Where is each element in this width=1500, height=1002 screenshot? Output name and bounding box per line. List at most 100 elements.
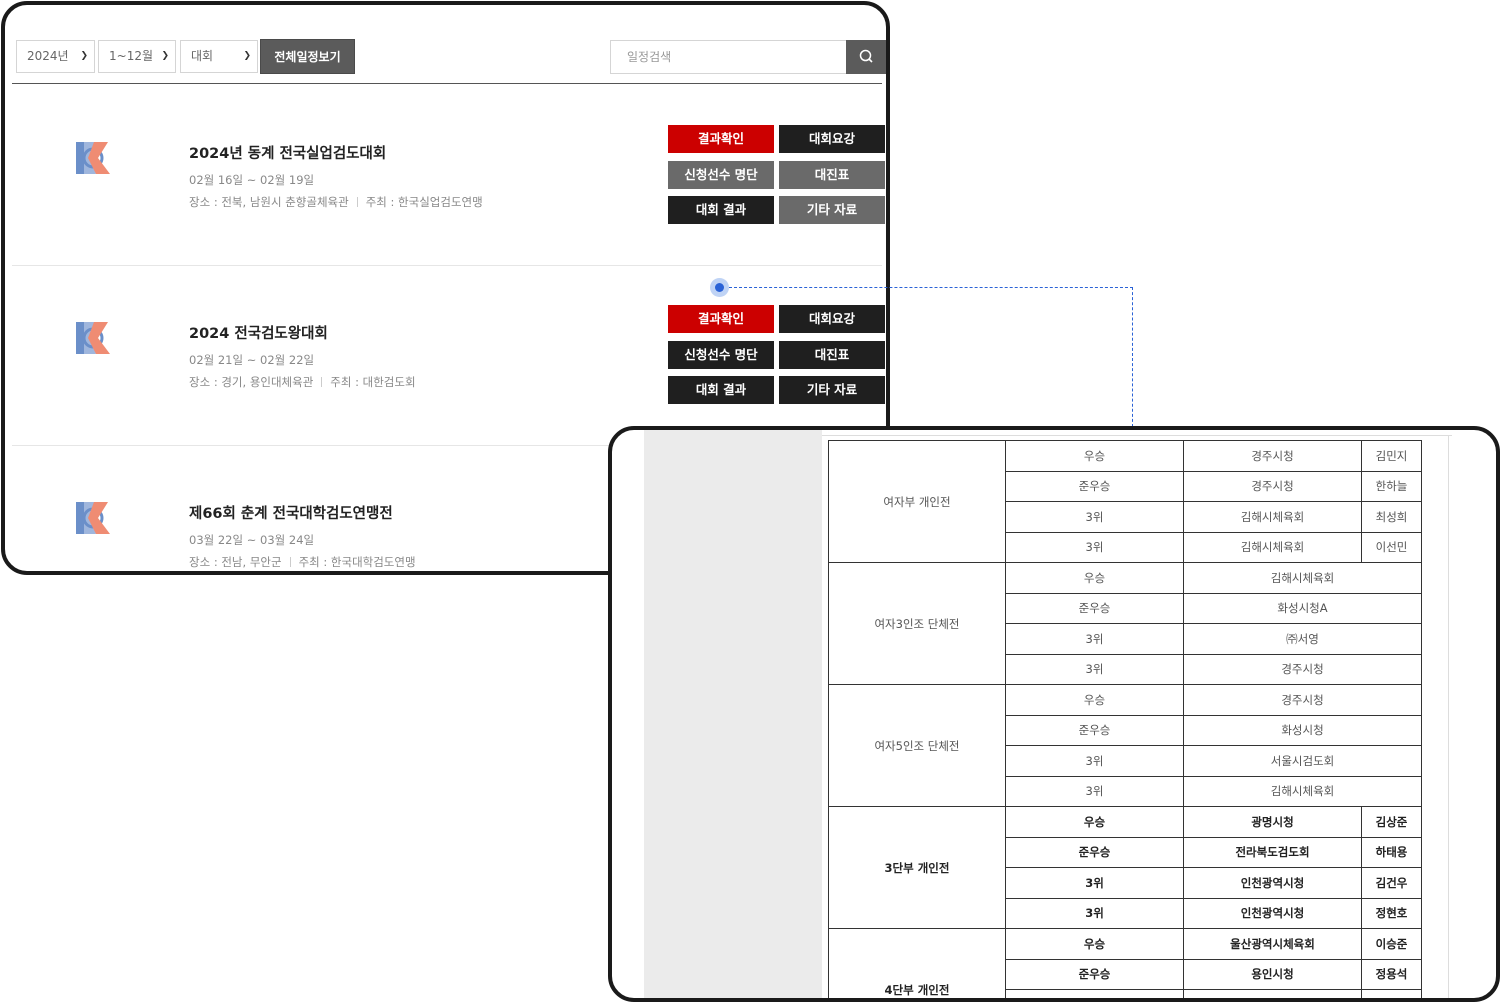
results-window: 여자부 개인전 우승 경주시청 김민지 준우승 경주시청 한하늘 3위 김해시체육회 최성희 3위 김… bbox=[608, 426, 1500, 1002]
all-schedule-button[interactable]: 전체일정보기 bbox=[260, 39, 355, 74]
applicants-button[interactable]: 신청선수 명단 bbox=[668, 341, 774, 369]
chevron-down-icon: ❯ bbox=[161, 51, 169, 61]
event-meta: 장소 : 전북, 남원시 춘향골체육관 주최 : 한국실업검도연맹 bbox=[189, 194, 483, 210]
event-date: 03월 22일 ~ 03월 24일 bbox=[189, 533, 315, 547]
event-venue: 장소 : 경기, 용인대체육관 bbox=[189, 375, 314, 389]
rank-cell: 3위 bbox=[1005, 867, 1184, 899]
competition-results-button[interactable]: 대회 결과 bbox=[668, 376, 774, 404]
table-row: 4단부 개인전 우승 울산광역시체육회 이승준 bbox=[828, 928, 1422, 998]
player-name-cell: 정현호 bbox=[1361, 897, 1422, 929]
rank-cell: 3위 bbox=[1005, 745, 1184, 777]
kind-select[interactable]: 대회 ❯ bbox=[180, 40, 258, 73]
filter-toolbar: 2024년 ❯ 1~12월 ❯ 대회 ❯ 전체일정보기 일정검색 bbox=[12, 36, 886, 76]
event-venue: 장소 : 전남, 무안군 bbox=[189, 555, 282, 569]
team-cell: 김해시체육회 bbox=[1183, 562, 1422, 594]
team-cell: 광명시청 bbox=[1183, 806, 1362, 838]
applicants-button[interactable]: 신청선수 명단 bbox=[668, 161, 774, 189]
player-name-cell: 한하늘 bbox=[1361, 470, 1422, 502]
player-name-cell: 김건우 bbox=[1361, 867, 1422, 899]
rank-cell: 우승 bbox=[1005, 806, 1184, 838]
event-host: 주최 : 한국실업검도연맹 bbox=[365, 195, 483, 209]
rank-cell: 준우승 bbox=[1005, 958, 1184, 990]
year-select-value: 2024년 bbox=[27, 49, 69, 63]
kind-select-value: 대회 bbox=[191, 49, 214, 63]
rank-cell: 준우승 bbox=[1005, 592, 1184, 624]
player-name-cell: 김상준 bbox=[1361, 806, 1422, 838]
player-name-cell: 이승준 bbox=[1361, 928, 1422, 960]
team-cell: 서울시검도회 bbox=[1183, 745, 1422, 777]
bracket-button[interactable]: 대진표 bbox=[779, 161, 885, 189]
callout-line bbox=[1132, 287, 1133, 427]
event-title[interactable]: 2024 전국검도왕대회 bbox=[189, 322, 328, 343]
rank-cell: 우승 bbox=[1005, 928, 1184, 960]
rank-cell: 준우승 bbox=[1005, 470, 1184, 502]
event-item: 2024년 동계 전국실업검도대회 02월 16일 ~ 02월 19일 장소 :… bbox=[12, 86, 885, 266]
team-cell: 용인시청 bbox=[1183, 958, 1362, 990]
chevron-down-icon: ❯ bbox=[243, 51, 251, 61]
callout-marker bbox=[710, 278, 729, 297]
event-venue: 장소 : 전북, 남원시 춘향골체육관 bbox=[189, 195, 349, 209]
month-select[interactable]: 1~12월 ❯ bbox=[98, 40, 176, 73]
rank-cell: 3위 bbox=[1005, 653, 1184, 685]
team-cell: 울산광역시체육회 bbox=[1183, 928, 1362, 960]
table-row: 여자부 개인전 우승 경주시청 김민지 bbox=[828, 440, 1422, 563]
rank-cell: 3위 bbox=[1005, 775, 1184, 807]
rank-cell: 준우승 bbox=[1005, 836, 1184, 868]
team-cell: ㈜서영 bbox=[1183, 623, 1422, 655]
rank-cell bbox=[1005, 989, 1184, 998]
category-cell: 여자5인조 단체전 bbox=[828, 684, 1006, 807]
category-cell: 4단부 개인전 bbox=[828, 928, 1006, 998]
team-cell: 인천광역시청 bbox=[1183, 867, 1362, 899]
event-date: 02월 21일 ~ 02월 22일 bbox=[189, 353, 315, 367]
callout-line bbox=[729, 287, 1133, 288]
team-cell: 경주시청 bbox=[1183, 653, 1422, 685]
bracket-button[interactable]: 대진표 bbox=[779, 341, 885, 369]
guidelines-button[interactable]: 대회요강 bbox=[779, 125, 885, 153]
table-row: 3단부 개인전 우승 광명시청 김상준 bbox=[828, 806, 1422, 929]
team-cell: 화성시청 bbox=[1183, 714, 1422, 746]
schedule-search-input[interactable]: 일정검색 bbox=[610, 40, 847, 74]
side-panel bbox=[644, 430, 822, 998]
meta-divider bbox=[321, 377, 323, 387]
rank-cell: 준우승 bbox=[1005, 714, 1184, 746]
search-icon bbox=[859, 49, 873, 63]
rank-cell: 우승 bbox=[1005, 562, 1184, 594]
search-button[interactable] bbox=[846, 40, 886, 74]
team-cell: 경주시청 bbox=[1183, 440, 1362, 472]
other-materials-button[interactable]: 기타 자료 bbox=[779, 196, 885, 224]
event-actions: 결과확인 대회요강 신청선수 명단 대진표 대회 결과 기타 자료 bbox=[668, 125, 886, 227]
month-select-value: 1~12월 bbox=[109, 49, 153, 63]
competition-results-button[interactable]: 대회 결과 bbox=[668, 196, 774, 224]
table-row: 여자3인조 단체전 우승 김해시체육회 bbox=[828, 562, 1422, 685]
player-name-cell: 이선민 bbox=[1361, 531, 1422, 563]
meta-divider bbox=[356, 197, 358, 207]
result-check-button[interactable]: 결과확인 bbox=[668, 305, 774, 333]
toolbar-divider bbox=[12, 83, 882, 84]
event-date: 02월 16일 ~ 02월 19일 bbox=[189, 173, 315, 187]
event-host: 주최 : 한국대학검도연맹 bbox=[298, 555, 416, 569]
team-cell: 김해시체육회 bbox=[1183, 501, 1362, 533]
rank-cell: 3위 bbox=[1005, 501, 1184, 533]
rank-cell: 우승 bbox=[1005, 684, 1184, 716]
event-meta: 장소 : 전남, 무안군 주최 : 한국대학검도연맹 bbox=[189, 554, 416, 570]
event-item: 2024 전국검도왕대회 02월 21일 ~ 02월 22일 장소 : 경기, … bbox=[12, 266, 885, 446]
content-border bbox=[822, 435, 1452, 436]
other-materials-button[interactable]: 기타 자료 bbox=[779, 376, 885, 404]
event-title[interactable]: 2024년 동계 전국실업검도대회 bbox=[189, 142, 386, 163]
player-name-cell: 김민지 bbox=[1361, 440, 1422, 472]
guidelines-button[interactable]: 대회요강 bbox=[779, 305, 885, 333]
year-select[interactable]: 2024년 ❯ bbox=[16, 40, 95, 73]
rank-cell: 3위 bbox=[1005, 623, 1184, 655]
player-name-cell: 최성희 bbox=[1361, 501, 1422, 533]
kendo-logo-icon bbox=[76, 142, 110, 174]
kendo-logo-icon bbox=[76, 322, 110, 354]
team-cell bbox=[1183, 989, 1362, 998]
event-actions: 결과확인 대회요강 신청선수 명단 대진표 대회 결과 기타 자료 bbox=[668, 305, 886, 407]
table-row: 여자5인조 단체전 우승 경주시청 bbox=[828, 684, 1422, 807]
event-meta: 장소 : 경기, 용인대체육관 주최 : 대한검도회 bbox=[189, 374, 416, 390]
category-cell: 3단부 개인전 bbox=[828, 806, 1006, 929]
chevron-down-icon: ❯ bbox=[80, 51, 88, 61]
result-check-button[interactable]: 결과확인 bbox=[668, 125, 774, 153]
rank-cell: 3위 bbox=[1005, 531, 1184, 563]
event-title[interactable]: 제66회 춘계 전국대학검도연맹전 bbox=[189, 502, 393, 523]
